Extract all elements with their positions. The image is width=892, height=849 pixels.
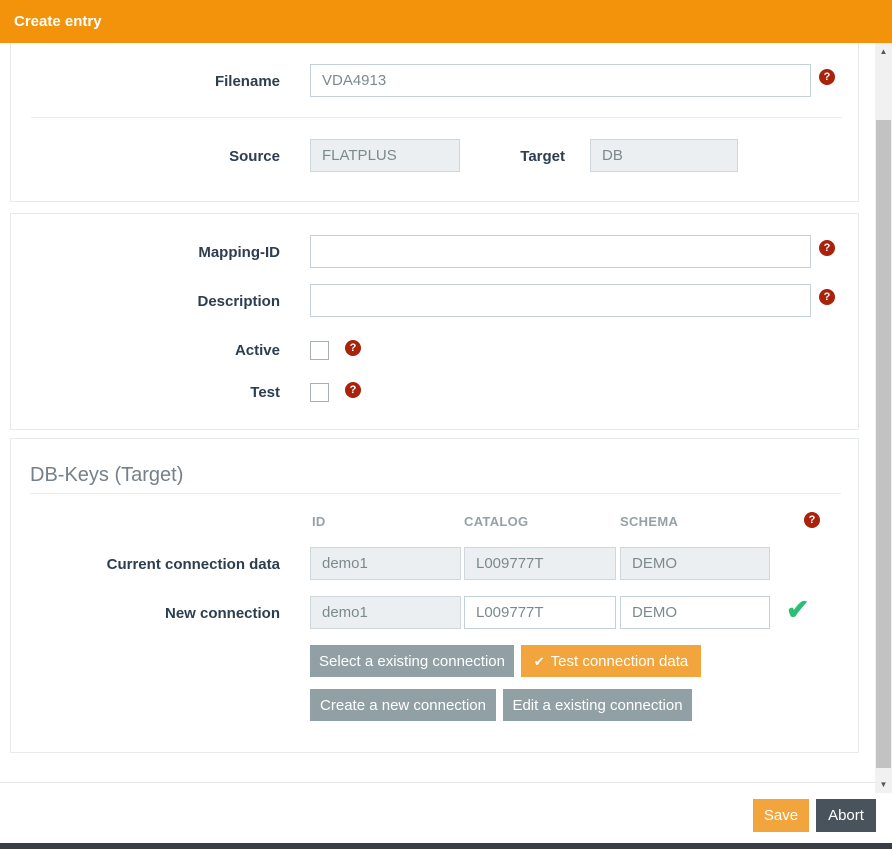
divider [31, 117, 842, 118]
test-connection-button[interactable]: ✔ Test connection data [521, 645, 701, 677]
current-catalog-input [464, 547, 616, 580]
target-input [590, 139, 738, 172]
help-icon[interactable]: ? [819, 289, 835, 305]
new-schema-input[interactable] [620, 596, 770, 629]
new-catalog-input[interactable] [464, 596, 616, 629]
active-label: Active [60, 342, 280, 359]
source-input [310, 139, 460, 172]
bottom-bar [0, 843, 892, 849]
edit-existing-connection-button[interactable]: Edit a existing connection [503, 689, 692, 721]
abort-button[interactable]: Abort [816, 799, 876, 832]
new-connection-label: New connection [60, 605, 280, 622]
column-header-schema: SCHEMA [620, 514, 678, 529]
save-button[interactable]: Save [753, 799, 809, 832]
column-header-catalog: CATALOG [464, 514, 528, 529]
check-icon: ✔ [534, 654, 545, 669]
db-keys-heading: DB-Keys (Target) [30, 464, 183, 487]
test-label: Test [60, 384, 280, 401]
test-connection-label: Test connection data [551, 653, 689, 670]
filename-label: Filename [60, 73, 280, 90]
current-connection-label: Current connection data [60, 556, 280, 573]
create-new-connection-button[interactable]: Create a new connection [310, 689, 496, 721]
help-icon[interactable]: ? [804, 512, 820, 528]
mapping-id-input[interactable] [310, 235, 811, 268]
new-id-input [310, 596, 461, 629]
panel-file [10, 36, 859, 202]
help-icon[interactable]: ? [345, 340, 361, 356]
connection-ok-check-icon: ✔ [786, 596, 809, 624]
description-label: Description [60, 293, 280, 310]
scroll-up-icon[interactable]: ▲ [875, 43, 892, 60]
test-checkbox[interactable] [310, 383, 329, 402]
current-id-input [310, 547, 461, 580]
help-icon[interactable]: ? [819, 69, 835, 85]
footer-divider [0, 782, 875, 783]
help-icon[interactable]: ? [345, 382, 361, 398]
filename-input[interactable] [310, 64, 811, 97]
scroll-down-icon[interactable]: ▼ [875, 776, 892, 793]
active-checkbox[interactable] [310, 341, 329, 360]
help-icon[interactable]: ? [819, 240, 835, 256]
scrollbar-thumb[interactable] [876, 120, 891, 768]
select-existing-connection-button[interactable]: Select a existing connection [310, 645, 514, 677]
divider [30, 493, 841, 494]
column-header-id: ID [312, 514, 326, 529]
description-input[interactable] [310, 284, 811, 317]
current-schema-input [620, 547, 770, 580]
target-label: Target [445, 148, 565, 165]
vertical-scrollbar[interactable]: ▲ ▼ [875, 43, 892, 793]
mapping-id-label: Mapping-ID [60, 244, 280, 261]
source-label: Source [130, 148, 280, 165]
dialog-title: Create entry [0, 0, 892, 43]
